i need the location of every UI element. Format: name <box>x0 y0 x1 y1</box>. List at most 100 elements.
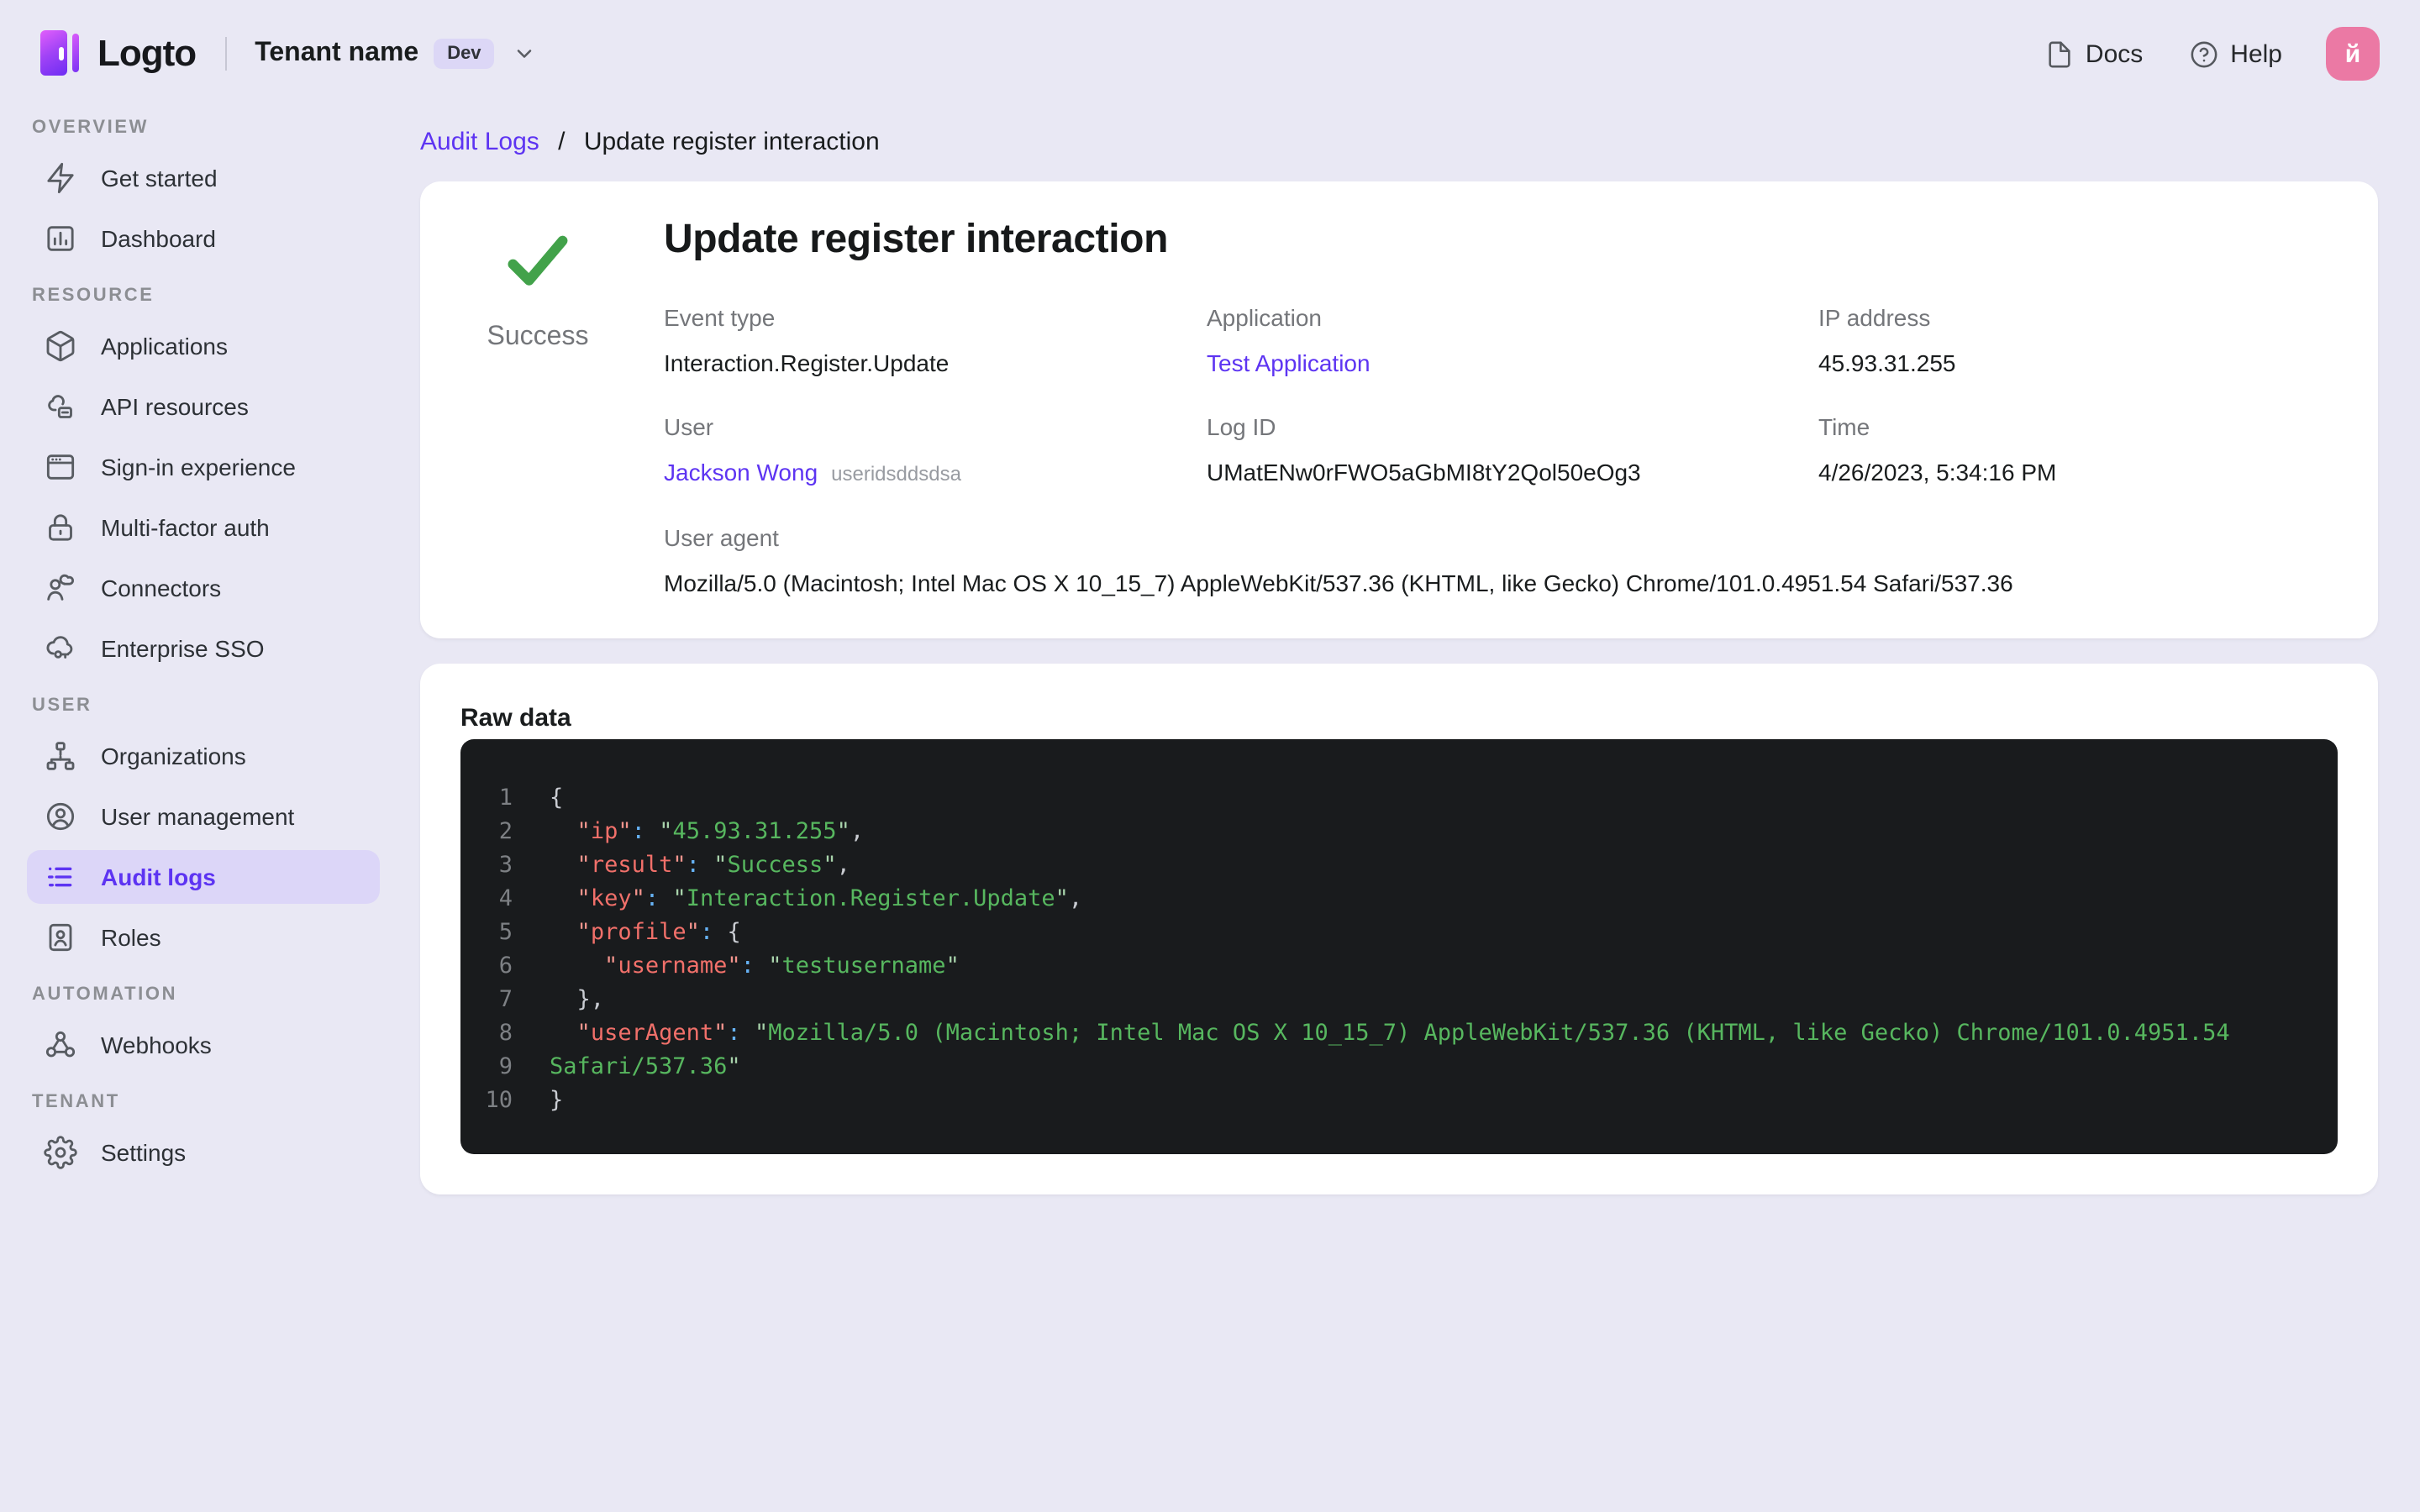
field-user: User Jackson Wong useridsddsdsa <box>664 413 961 486</box>
avatar[interactable]: й <box>2326 27 2380 81</box>
logo-text: Logto <box>97 32 197 74</box>
breadcrumb-audit-logs-link[interactable]: Audit Logs <box>420 128 539 156</box>
sidebar-item-organizations[interactable]: Organizations <box>27 729 380 783</box>
sidebar-item-api-resources[interactable]: API resources <box>27 380 380 433</box>
sidebar-item-audit-logs[interactable]: Audit logs <box>27 850 380 904</box>
page-title: Update register interaction <box>664 217 1169 262</box>
sidebar-item-roles[interactable]: Roles <box>27 911 380 964</box>
code-line: 1{ <box>484 781 2297 815</box>
sidebar-item-applications[interactable]: Applications <box>27 319 380 373</box>
audit-list-icon <box>44 860 77 894</box>
user-link[interactable]: Jackson Wong <box>664 459 818 486</box>
main-content: Audit Logs / Update register interaction… <box>407 108 2420 1512</box>
logto-console: Logto Tenant name Dev Docs Help й OVERVI… <box>0 0 2420 1512</box>
field-log-id: Log ID UMatENw0rFWO5aGbMI8tY2Qol50eOg3 <box>1207 413 1641 486</box>
line-number: 1 <box>498 785 513 811</box>
sidebar-section-tenant: TENANT <box>32 1092 120 1112</box>
field-event-type: Event type Interaction.Register.Update <box>664 304 950 376</box>
sidebar-item-label: Applications <box>101 333 228 360</box>
field-ip-address: IP address 45.93.31.255 <box>1818 304 1956 376</box>
success-check-icon <box>508 235 568 286</box>
breadcrumb-current: Update register interaction <box>583 128 880 156</box>
code-line: 9 Safari/537.36" <box>484 1050 2297 1084</box>
cloud-key-icon <box>44 632 77 665</box>
topbar: Logto Tenant name Dev Docs Help й <box>0 0 2420 108</box>
sidebar-section-user: USER <box>32 696 92 716</box>
browser-window-icon <box>44 450 77 484</box>
logto-logo-icon <box>40 29 82 79</box>
cloud-box-icon <box>44 390 77 423</box>
sidebar-item-connectors[interactable]: Connectors <box>27 561 380 615</box>
sidebar-item-label: Get started <box>101 165 218 192</box>
sidebar: OVERVIEW Get started Dashboard RESOURCE … <box>0 108 407 1512</box>
line-number: 2 <box>498 818 513 845</box>
raw-data-card: Raw data 1{2 "ip": "45.93.31.255", 3 "res… <box>420 664 2378 1194</box>
sidebar-section-overview: OVERVIEW <box>32 118 149 138</box>
cube-icon <box>44 329 77 363</box>
docs-label: Docs <box>2085 39 2144 68</box>
env-badge: Dev <box>434 39 495 69</box>
code-line: 2 "ip": "45.93.31.255", <box>484 815 2297 848</box>
line-number: 6 <box>498 953 513 979</box>
code-line: 8 "userAgent": "Mozilla/5.0 (Macintosh; … <box>484 1016 2297 1050</box>
sidebar-item-label: User management <box>101 803 295 830</box>
sidebar-item-settings[interactable]: Settings <box>27 1126 380 1179</box>
sidebar-item-label: Audit logs <box>101 864 216 890</box>
status-badge: Success <box>487 323 589 351</box>
gear-icon <box>44 1136 77 1169</box>
sidebar-item-label: Dashboard <box>101 225 216 252</box>
sidebar-section-resource: RESOURCE <box>32 286 155 306</box>
application-link[interactable]: Test Application <box>1207 349 1370 376</box>
sidebar-item-label: Settings <box>101 1139 187 1166</box>
lightning-icon <box>44 161 77 195</box>
sidebar-item-label: Connectors <box>101 575 222 601</box>
user-circle-icon <box>44 800 77 833</box>
role-badge-icon <box>44 921 77 954</box>
field-user-agent: User agent Mozilla/5.0 (Macintosh; Intel… <box>664 524 2013 596</box>
line-number: 4 <box>498 885 513 912</box>
status-column: Success <box>460 215 615 598</box>
code-line: 6 "username": "testusername" <box>484 949 2297 983</box>
code-line: 7 }, <box>484 983 2297 1016</box>
lock-icon <box>44 511 77 544</box>
org-tree-icon <box>44 739 77 773</box>
field-time: Time 4/26/2023, 5:34:16 PM <box>1818 413 2057 486</box>
line-number: 10 <box>485 1087 513 1114</box>
sidebar-item-label: Webhooks <box>101 1032 212 1058</box>
event-fields-grid: Event type Interaction.Register.Update A… <box>664 302 2338 598</box>
field-application: Application Test Application <box>1207 304 1370 376</box>
line-number: 9 <box>498 1053 513 1080</box>
line-number: 7 <box>498 986 513 1013</box>
sidebar-item-label: Multi-factor auth <box>101 514 270 541</box>
sidebar-item-user-management[interactable]: User management <box>27 790 380 843</box>
topbar-divider <box>224 37 227 71</box>
sidebar-item-label: API resources <box>101 393 249 420</box>
sidebar-item-sign-in-experience[interactable]: Sign-in experience <box>27 440 380 494</box>
help-button[interactable]: Help <box>2190 39 2282 68</box>
tenant-name[interactable]: Tenant name <box>255 39 418 69</box>
sidebar-item-label: Roles <box>101 924 161 951</box>
webhook-icon <box>44 1028 77 1062</box>
code-line: 10} <box>484 1084 2297 1117</box>
sidebar-item-label: Sign-in experience <box>101 454 296 480</box>
chevron-down-icon[interactable] <box>513 42 537 66</box>
sidebar-item-webhooks[interactable]: Webhooks <box>27 1018 380 1072</box>
event-detail-card: Success Update register interaction Even… <box>420 181 2378 638</box>
sidebar-item-enterprise-sso[interactable]: Enterprise SSO <box>27 622 380 675</box>
code-line: 4 "key": "Interaction.Register.Update", <box>484 882 2297 916</box>
sidebar-item-multi-factor-auth[interactable]: Multi-factor auth <box>27 501 380 554</box>
sidebar-item-get-started[interactable]: Get started <box>27 151 380 205</box>
raw-data-code-block: 1{2 "ip": "45.93.31.255", 3 "result": "Su… <box>460 739 2338 1154</box>
docs-button[interactable]: Docs <box>2045 39 2143 68</box>
sidebar-item-label: Organizations <box>101 743 246 769</box>
bar-chart-icon <box>44 222 77 255</box>
document-icon <box>2045 39 2074 68</box>
line-number: 8 <box>498 1020 513 1047</box>
raw-data-title: Raw data <box>460 704 571 732</box>
help-circle-icon <box>2190 39 2218 68</box>
sidebar-item-dashboard[interactable]: Dashboard <box>27 212 380 265</box>
line-number: 5 <box>498 919 513 946</box>
person-cloud-icon <box>44 571 77 605</box>
help-label: Help <box>2230 39 2282 68</box>
breadcrumb: Audit Logs / Update register interaction <box>420 124 2378 161</box>
